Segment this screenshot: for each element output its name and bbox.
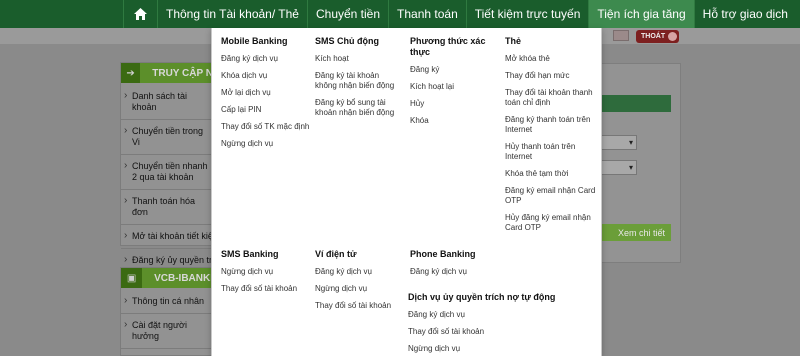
menu-item[interactable]: Ngừng dịch vụ	[408, 344, 598, 354]
menu-item[interactable]: Khóa thẻ tạm thời	[505, 169, 597, 179]
menu-heading: Ví điện tử	[315, 249, 357, 259]
menu-col-sms-active: SMS Chủ động Kích hoạt Đăng ký tài khoản…	[315, 36, 403, 125]
menu-item[interactable]: Hủy thanh toán trên Internet	[505, 142, 597, 162]
menu-heading: Dịch vụ ủy quyền trích nợ tự động	[408, 292, 556, 302]
vcb-ibanking-card: ▣ VCB-IBANKI Thông tin cá nhân Cài đặt n…	[120, 267, 213, 356]
menu-item[interactable]: Thay đổi tài khoản thanh toán chỉ định	[505, 88, 597, 108]
menu-col-mobile-banking: Mobile Banking Đăng ký dịch vụ Khóa dịch…	[221, 36, 311, 156]
top-navigation: Thông tin Tài khoản/ Thẻ Chuyển tiền Tha…	[0, 0, 800, 28]
menu-item[interactable]: Thay đổi số tài khoản	[315, 301, 403, 311]
nav-payment[interactable]: Thanh toán	[388, 0, 466, 28]
power-icon	[668, 32, 678, 41]
menu-col-card: Thẻ Mở khóa thẻ Thay đổi hạn mức Thay đổ…	[505, 36, 597, 240]
right-panel-header	[601, 95, 671, 112]
account-select[interactable]: ▾	[601, 135, 637, 150]
view-detail-button[interactable]: Xem chi tiết	[601, 224, 671, 241]
menu-item[interactable]: Hủy	[410, 99, 495, 109]
quick-link[interactable]: Mở tài khoản tiết kiệ	[121, 225, 213, 249]
menu-item[interactable]: Ngừng dịch vụ	[315, 284, 403, 294]
period-select[interactable]: ▾	[601, 160, 637, 175]
logout-label: THOÁT	[641, 33, 666, 40]
menu-item[interactable]: Kích hoạt	[315, 54, 403, 64]
quick-link[interactable]: Chuyển tiền trong Vi	[121, 120, 213, 155]
menu-item[interactable]: Ngừng dịch vụ	[221, 139, 311, 149]
logout-button[interactable]: THOÁT	[636, 30, 680, 43]
nav-value-added-services[interactable]: Tiện ích gia tăng	[588, 0, 694, 28]
quick-link[interactable]: Chuyển tiền nhanh 2 qua tài khoản	[121, 155, 213, 190]
menu-heading: SMS Chủ động	[315, 36, 379, 46]
menu-col-phone-banking: Phone Banking Đăng ký dịch vụ	[410, 249, 500, 284]
quick-link[interactable]: Danh sách tài khoản	[121, 85, 213, 120]
menu-item[interactable]: Đăng ký email nhận Card OTP	[505, 186, 597, 206]
menu-item[interactable]: Khóa dịch vụ	[221, 71, 311, 81]
value-added-services-menu: Mobile Banking Đăng ký dịch vụ Khóa dịch…	[211, 28, 602, 356]
menu-item[interactable]: Mở lại dịch vụ	[221, 88, 311, 98]
nav-account-card[interactable]: Thông tin Tài khoản/ Thẻ	[157, 0, 307, 28]
menu-item[interactable]: Đăng ký dịch vụ	[408, 310, 598, 320]
menu-item[interactable]: Thay đổi hạn mức	[505, 71, 597, 81]
menu-item[interactable]: Đăng ký	[410, 65, 495, 75]
menu-heading: Thẻ	[505, 36, 522, 46]
menu-item[interactable]: Mở khóa thẻ	[505, 54, 597, 64]
menu-item[interactable]: Ngừng dịch vụ	[221, 267, 311, 277]
menu-heading: Mobile Banking	[221, 36, 288, 46]
menu-col-authentication: Phương thức xác thực Đăng ký Kích hoạt l…	[410, 36, 495, 133]
menu-col-sms-banking: SMS Banking Ngừng dịch vụ Thay đổi số tà…	[221, 249, 311, 301]
english-flag-icon[interactable]	[613, 30, 629, 41]
menu-item[interactable]: Khóa	[410, 116, 495, 126]
login-icon: ➔	[121, 63, 141, 83]
profile-link[interactable]: Thông tin cá nhân	[121, 290, 213, 314]
quick-link[interactable]: Thanh toán hóa đơn	[121, 190, 213, 225]
quick-access-title: TRUY CẬP N	[152, 67, 213, 79]
quick-access-card: ➔ TRUY CẬP N Danh sách tài khoản Chuyển …	[120, 62, 213, 284]
menu-item[interactable]: Hủy đăng ký email nhận Card OTP	[505, 213, 597, 233]
menu-item[interactable]: Đăng ký dịch vụ	[315, 267, 403, 277]
menu-item[interactable]: Đăng ký bổ sung tài khoản nhận biến động	[315, 98, 403, 118]
menu-item[interactable]: Đăng ký dịch vụ	[221, 54, 311, 64]
menu-heading: Phương thức xác thực	[410, 36, 486, 57]
menu-item[interactable]: Đăng ký dịch vụ	[410, 267, 500, 277]
vcb-ibanking-title: VCB-IBANKI	[154, 272, 213, 284]
menu-item[interactable]: Đăng ký tài khoản không nhận biến động	[315, 71, 403, 91]
nav-transfer[interactable]: Chuyển tiền	[306, 0, 388, 28]
menu-heading: Phone Banking	[410, 249, 476, 259]
home-icon[interactable]	[123, 0, 157, 28]
id-card-icon: ▣	[121, 268, 143, 288]
view-detail-label: Xem chi tiết	[617, 227, 665, 238]
nav-online-savings[interactable]: Tiết kiệm trực tuyến	[465, 0, 589, 28]
menu-item[interactable]: Đăng ký thanh toán trên Internet	[505, 115, 597, 135]
menu-item[interactable]: Thay đổi số tài khoản	[221, 284, 311, 294]
nav-transaction-support[interactable]: Hỗ trợ giao dịch	[693, 0, 796, 28]
menu-item[interactable]: Kích hoạt lại	[410, 82, 495, 92]
menu-item[interactable]: Cấp lại PIN	[221, 105, 311, 115]
menu-item[interactable]: Thay đổi số TK mặc định	[221, 122, 311, 132]
beneficiary-link[interactable]: Cài đặt người hưởng	[121, 314, 213, 349]
menu-col-e-wallet: Ví điện tử Đăng ký dịch vụ Ngừng dịch vụ…	[315, 249, 403, 318]
menu-item[interactable]: Thay đổi số tài khoản	[408, 327, 598, 337]
menu-col-auto-debit: Dịch vụ ủy quyền trích nợ tự động Đăng k…	[408, 292, 598, 356]
menu-heading: SMS Banking	[221, 249, 279, 259]
